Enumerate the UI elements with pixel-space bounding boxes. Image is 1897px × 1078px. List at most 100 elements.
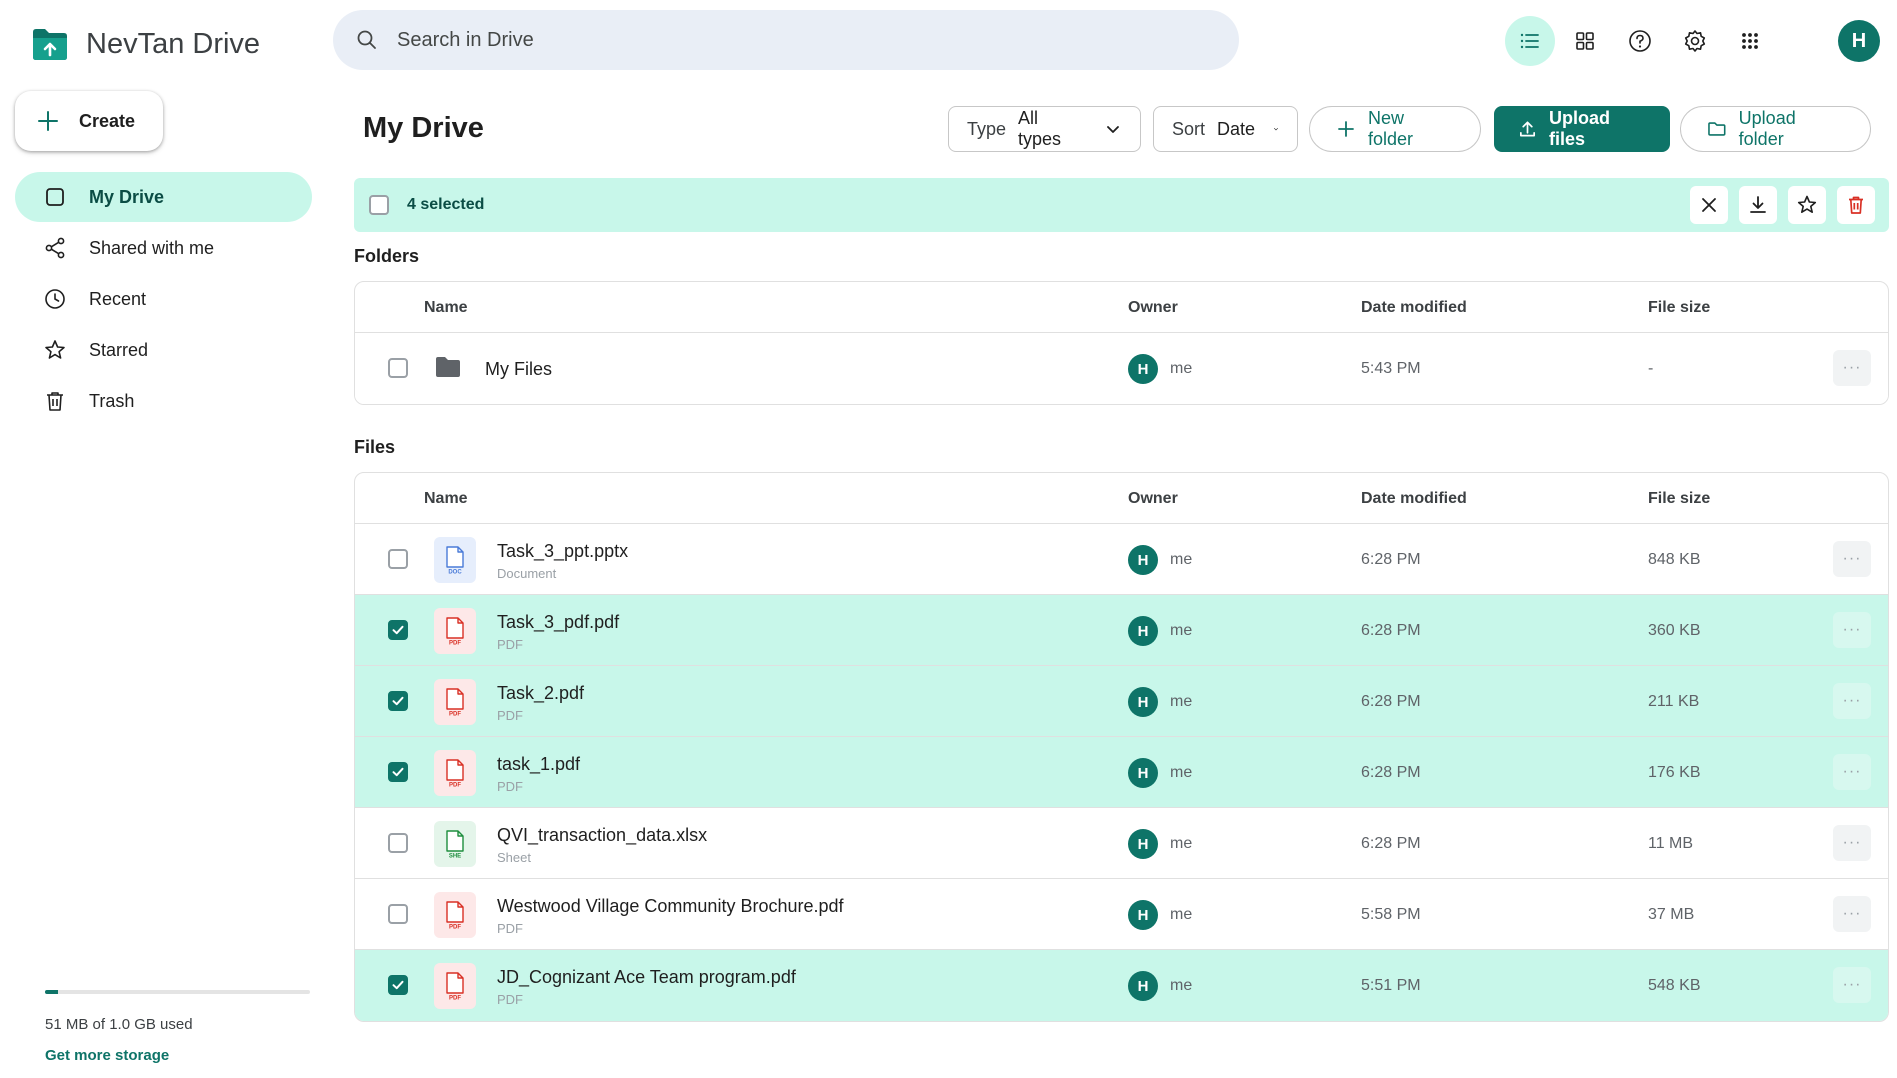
settings-icon [1684, 30, 1706, 52]
more-actions-button[interactable]: ··· [1833, 683, 1871, 719]
list-view-button[interactable] [1505, 16, 1555, 66]
file-size: 211 KB [1648, 693, 1700, 710]
sidebar-item-trash[interactable]: Trash [15, 376, 312, 426]
grid-view-button[interactable] [1560, 16, 1610, 66]
date-modified: 6:28 PM [1361, 835, 1421, 852]
filter-value: All types [1018, 108, 1062, 149]
download-icon [1750, 196, 1766, 213]
column-size[interactable]: File size [1648, 490, 1710, 508]
more-actions-button[interactable]: ··· [1833, 754, 1871, 790]
file-type-icon: SHE [434, 821, 476, 867]
more-actions-button[interactable]: ··· [1833, 896, 1871, 932]
file-type-icon: DOC [434, 537, 476, 583]
column-owner[interactable]: Owner [1128, 490, 1178, 508]
column-date[interactable]: Date modified [1361, 490, 1467, 508]
owner-name: me [1170, 977, 1193, 994]
drive-logo-icon [33, 29, 67, 60]
column-date[interactable]: Date modified [1361, 299, 1467, 317]
delete-selected-button[interactable] [1837, 186, 1875, 224]
sidebar-item-my-drive[interactable]: My Drive [15, 172, 312, 222]
more-actions-button[interactable]: ··· [1833, 541, 1871, 577]
new-folder-button[interactable]: New folder [1309, 106, 1481, 152]
owner-cell: H me [1128, 354, 1192, 384]
row-checkbox[interactable] [388, 358, 408, 378]
owner-name: me [1170, 551, 1193, 568]
selection-count: 4 selected [407, 196, 485, 213]
owner-cell: H me [1128, 545, 1192, 575]
account-avatar[interactable]: H [1838, 20, 1880, 62]
file-row[interactable]: SHE QVI_transaction_data.xlsx Sheet H me… [355, 808, 1888, 879]
file-row[interactable]: PDF task_1.pdf PDF H me 6:28 PM 176 KB ·… [355, 737, 1888, 808]
help-button[interactable] [1615, 16, 1665, 66]
folder-outline-icon [1708, 122, 1726, 136]
settings-button[interactable] [1670, 16, 1720, 66]
select-all-checkbox[interactable] [369, 195, 389, 215]
file-name: JD_Cognizant Ace Team program.pdf [497, 967, 796, 987]
file-row[interactable]: PDF Task_3_pdf.pdf PDF H me 6:28 PM 360 … [355, 595, 1888, 666]
sidebar-item-shared[interactable]: Shared with me [15, 223, 312, 273]
file-row[interactable]: PDF Westwood Village Community Brochure.… [355, 879, 1888, 950]
row-checkbox[interactable] [388, 904, 408, 924]
file-name: Task_3_ppt.pptx [497, 541, 629, 561]
row-checkbox[interactable] [388, 549, 408, 569]
get-more-storage-link[interactable]: Get more storage [45, 1047, 310, 1064]
more-actions-button[interactable]: ··· [1833, 612, 1871, 648]
file-name: Task_3_pdf.pdf [497, 612, 620, 632]
file-name: Westwood Village Community Brochure.pdf [497, 896, 844, 916]
files-table: Name Owner Date modified File size DOC T… [354, 472, 1889, 1022]
apps-icon [1742, 33, 1758, 49]
row-checkbox[interactable] [388, 762, 408, 782]
folder-name: My Files [485, 359, 552, 379]
sidebar-item-recent[interactable]: Recent [15, 274, 312, 324]
date-modified: 6:28 PM [1361, 551, 1421, 568]
filter-key: Type [967, 118, 1007, 139]
owner-cell: H me [1128, 971, 1192, 1001]
type-filter[interactable]: Type All types [948, 106, 1141, 152]
column-owner[interactable]: Owner [1128, 299, 1178, 317]
file-row[interactable]: DOC Task_3_ppt.pptx Document H me 6:28 P… [355, 524, 1888, 595]
row-checkbox[interactable] [388, 691, 408, 711]
sidebar-item-starred[interactable]: Starred [15, 325, 312, 375]
column-size[interactable]: File size [1648, 299, 1710, 317]
app-logo[interactable]: NevTan Drive [30, 24, 260, 64]
avatar: H [1128, 354, 1158, 384]
selection-bar: 4 selected [354, 178, 1889, 232]
folder-icon [436, 357, 460, 377]
download-button[interactable] [1739, 186, 1777, 224]
upload-icon [1519, 121, 1536, 137]
upload-files-button[interactable]: Upload files [1494, 106, 1670, 152]
file-row[interactable]: PDF Task_2.pdf PDF H me 6:28 PM 211 KB ·… [355, 666, 1888, 737]
owner-cell: H me [1128, 616, 1192, 646]
file-badge-text: PDF [449, 925, 461, 931]
more-actions-button[interactable]: ··· [1833, 825, 1871, 861]
folder-row[interactable]: My Files H me 5:43 PM - ··· [355, 333, 1888, 404]
filter-value: Date [1217, 118, 1256, 139]
more-actions-button[interactable]: ··· [1833, 967, 1871, 1003]
create-button[interactable]: Create [15, 91, 163, 151]
owner-cell: H me [1128, 829, 1192, 859]
row-checkbox[interactable] [388, 975, 408, 995]
apps-button[interactable] [1725, 16, 1775, 66]
list-view-icon [1520, 33, 1539, 49]
file-row[interactable]: PDF JD_Cognizant Ace Team program.pdf PD… [355, 950, 1888, 1021]
upload-folder-button[interactable]: Upload folder [1680, 106, 1871, 152]
filter-key: Sort [1172, 118, 1206, 139]
column-name[interactable]: Name [424, 490, 468, 508]
search-icon [357, 30, 376, 49]
search-input[interactable] [397, 28, 1197, 52]
star-selected-button[interactable] [1788, 186, 1826, 224]
close-icon [1702, 198, 1716, 212]
share-icon [45, 237, 65, 259]
upload-files-label: Upload files [1549, 108, 1611, 149]
column-name[interactable]: Name [424, 299, 468, 317]
row-checkbox[interactable] [388, 620, 408, 640]
search-bar[interactable] [333, 10, 1239, 70]
more-actions-button[interactable]: ··· [1833, 350, 1871, 386]
avatar: H [1128, 829, 1158, 859]
avatar: H [1128, 616, 1158, 646]
pdf-file-icon: PDF [446, 688, 464, 717]
date-modified: 6:28 PM [1361, 764, 1421, 781]
clear-selection-button[interactable] [1690, 186, 1728, 224]
sort-filter[interactable]: Sort Date [1153, 106, 1298, 152]
row-checkbox[interactable] [388, 833, 408, 853]
